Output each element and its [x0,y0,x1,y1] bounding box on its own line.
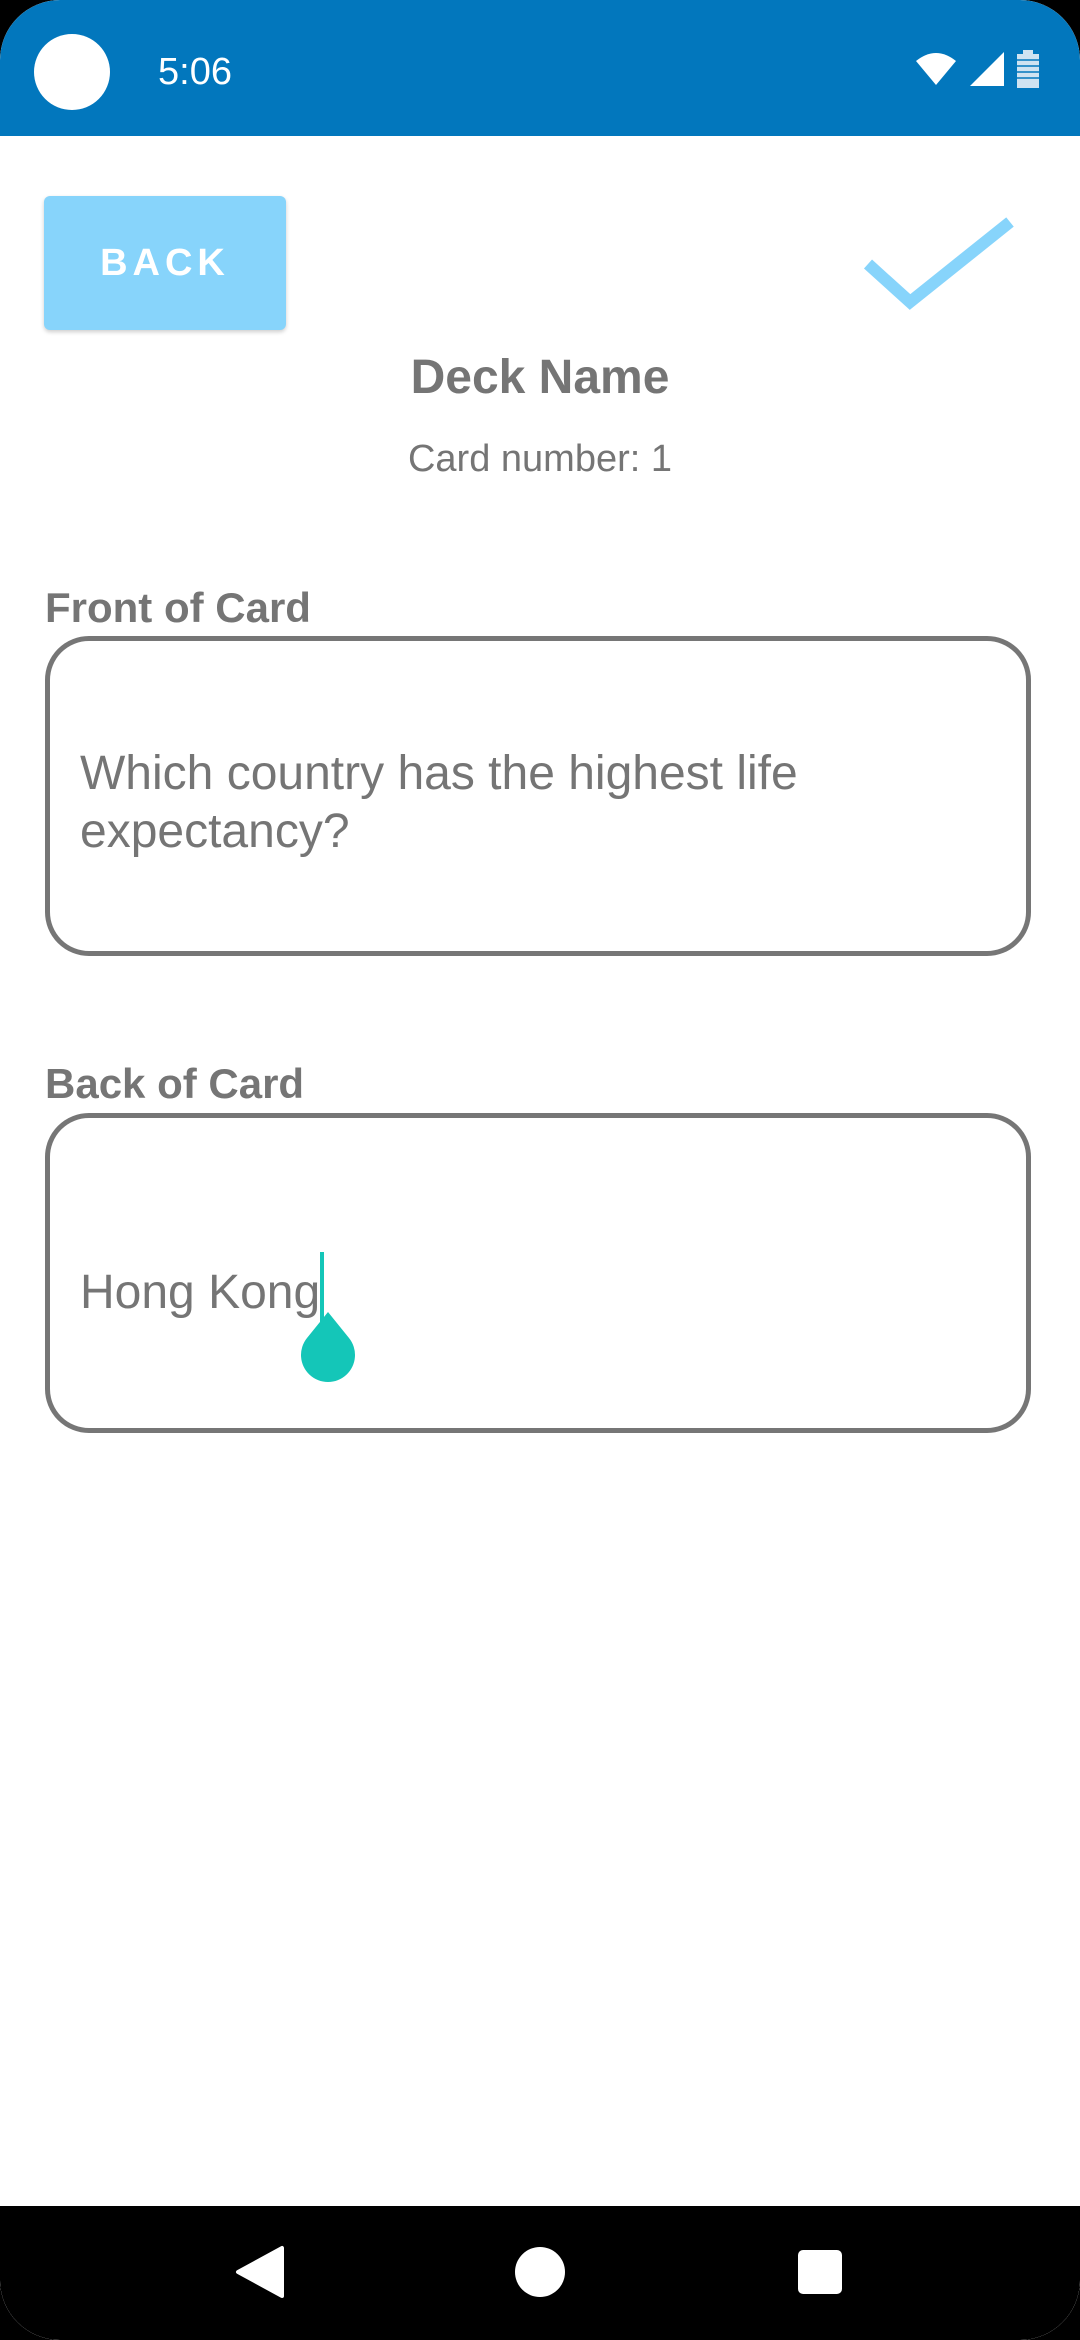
wifi-icon [916,53,956,85]
nav-home-icon[interactable] [515,2247,565,2297]
card-number: Card number: 1 [407,438,672,480]
back-of-card-field[interactable]: Hong Kong [45,1113,1031,1433]
text-selection-handle-icon[interactable] [298,1306,358,1386]
front-of-card-label: Front of Card [45,584,311,631]
nav-back-icon[interactable] [234,2244,284,2300]
deck-name-title: Deck Name [410,351,670,404]
navigation-bar [0,2206,1080,2340]
back-of-card-text: Hong Kong [80,1266,321,1319]
front-of-card-field[interactable]: Which country has the highest life expec… [45,636,1031,956]
signal-icon [970,52,1004,86]
status-time: 5:06 [158,51,232,93]
screen: 5:06 BACK Deck Name Card number: 1 Front… [0,0,1080,2340]
back-of-card-label: Back of Card [45,1060,305,1107]
back-button[interactable]: BACK [44,196,286,330]
status-icons [914,50,1040,88]
battery-icon [1017,50,1039,88]
front-of-card-text: Which country has the highest life expec… [80,747,798,858]
back-of-card-text-row: Hong Kong [80,1252,996,1322]
status-bar: 5:06 [0,0,1080,136]
nav-recents-icon[interactable] [798,2250,842,2294]
checkmark-icon[interactable] [860,210,1020,320]
camera-cutout-icon [34,34,110,110]
